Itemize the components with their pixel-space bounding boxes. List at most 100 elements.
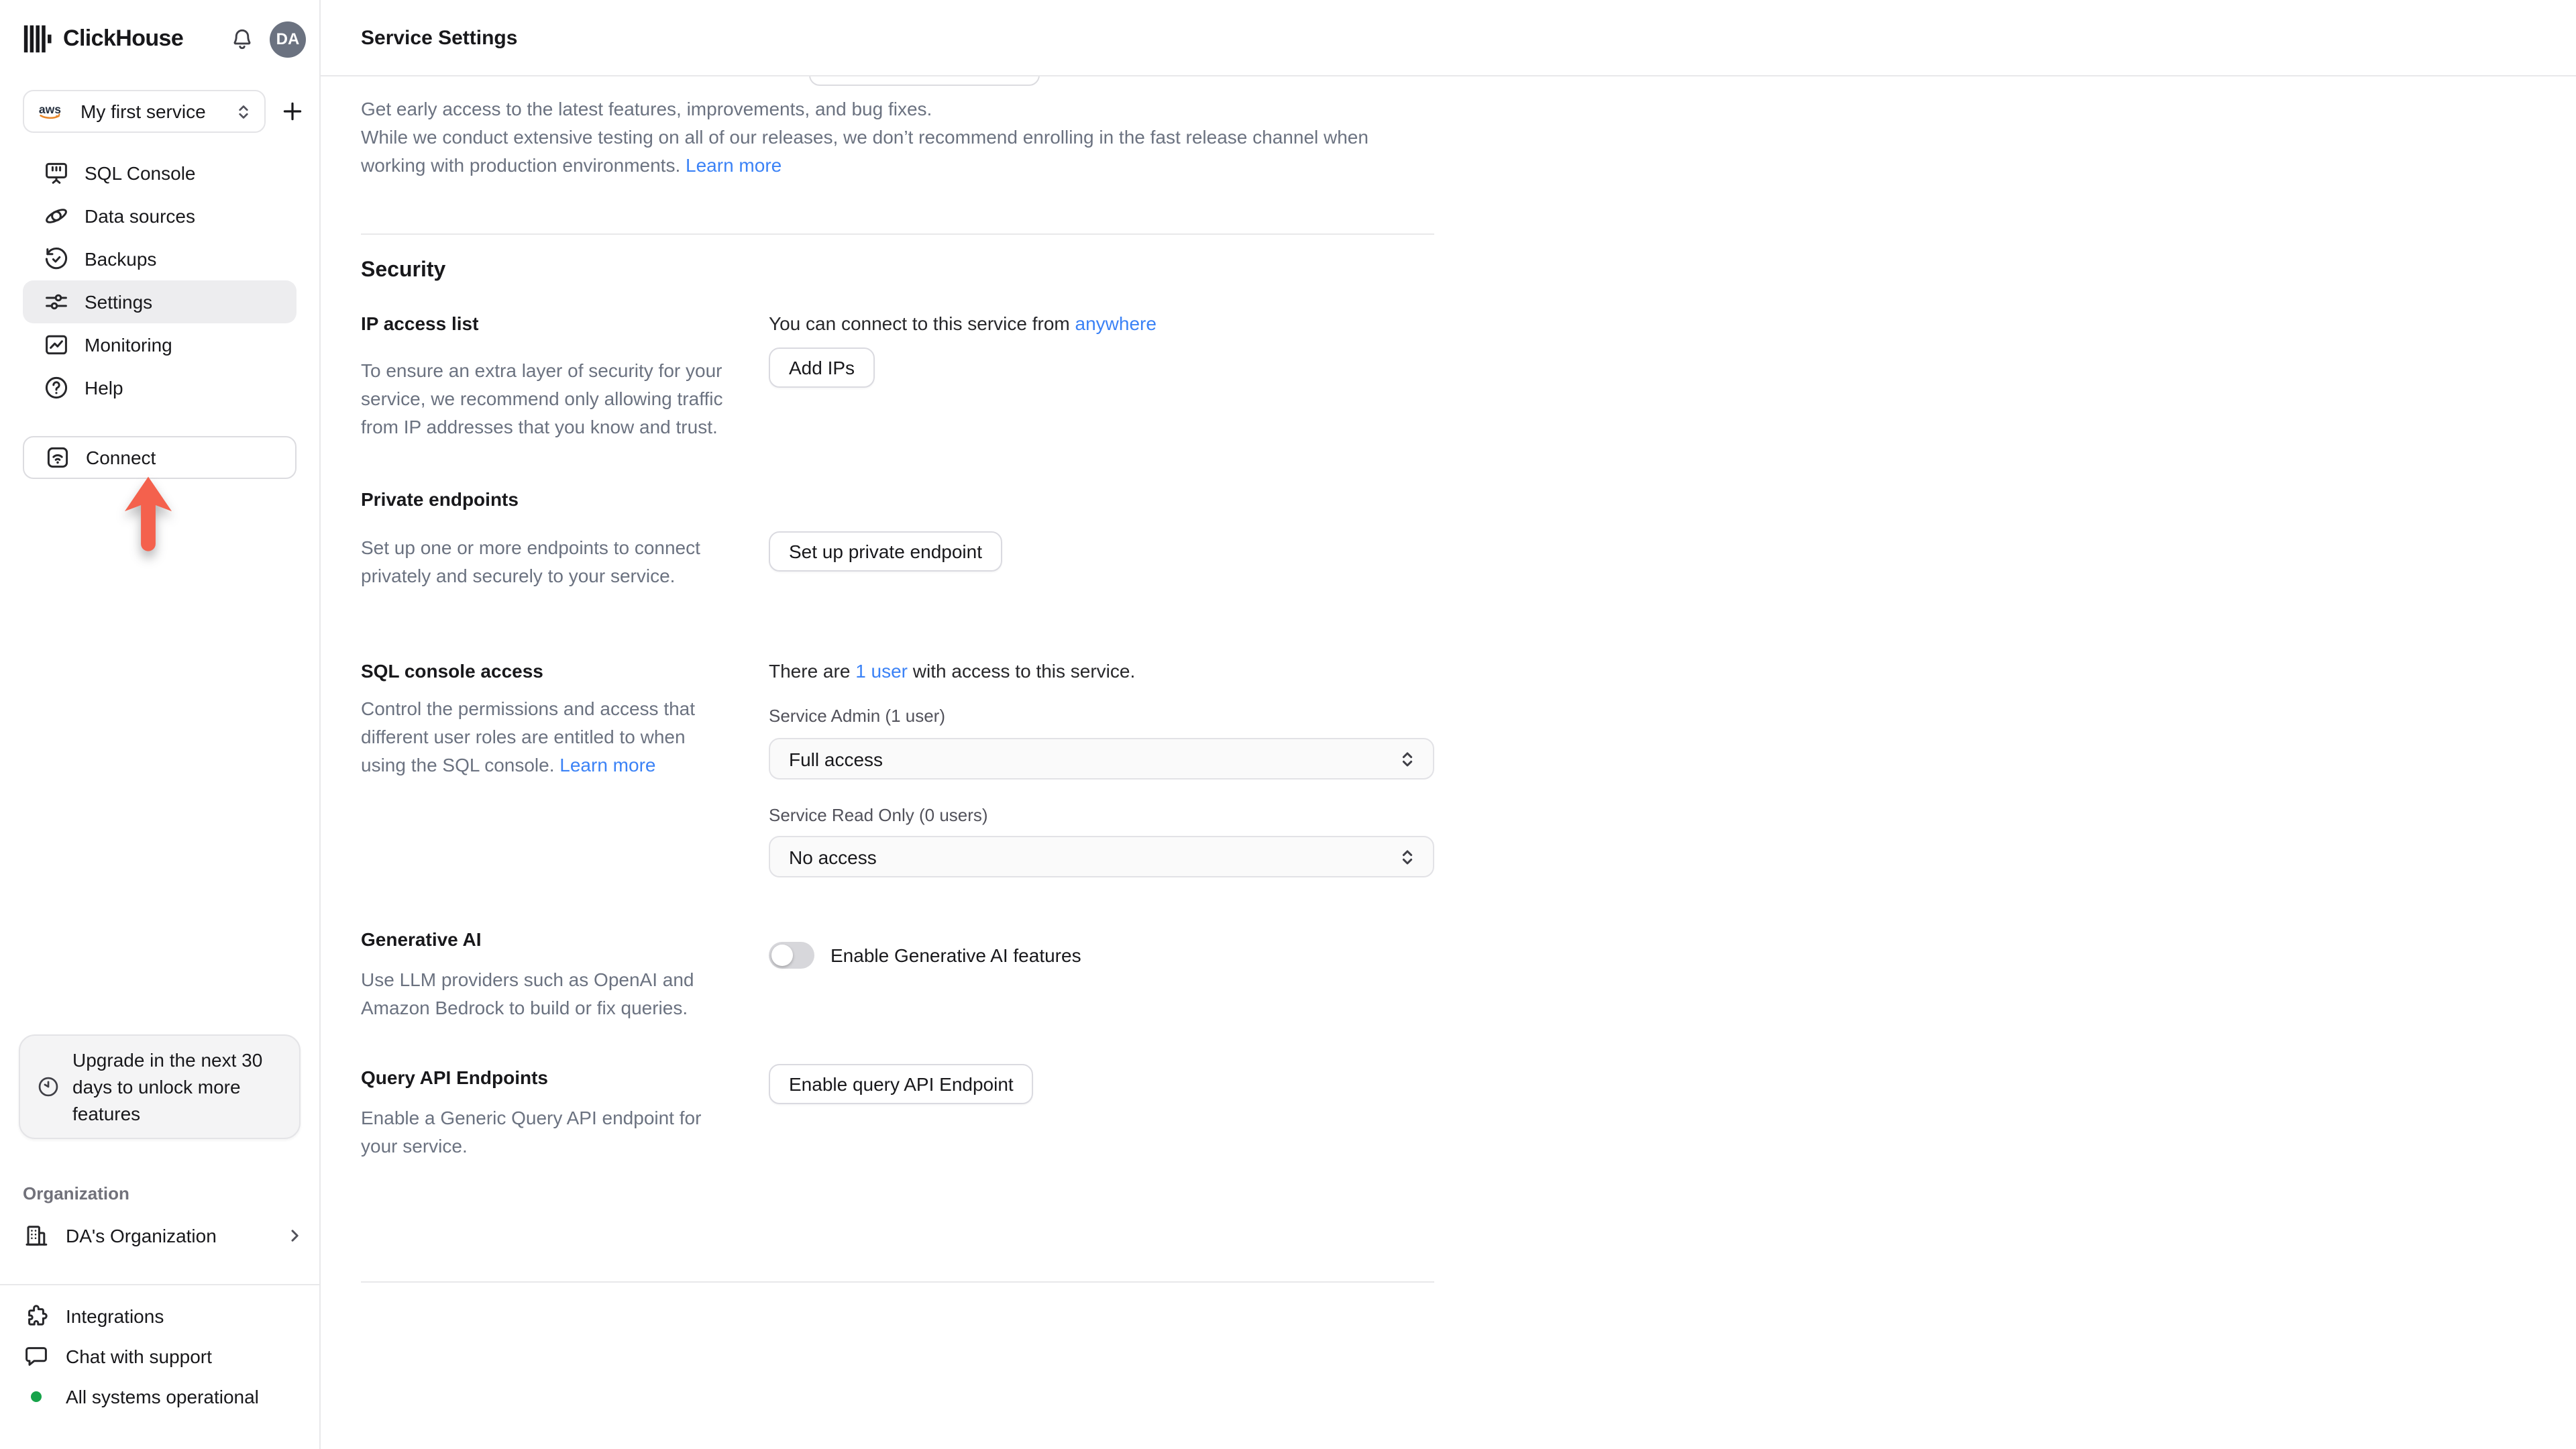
security-heading: Security [361,259,446,282]
generative-ai-title: Generative AI [361,928,482,950]
tutorial-arrow-annotation [123,475,173,557]
sql-console-icon [43,160,70,186]
footer-item-label: Integrations [66,1305,164,1327]
ip-access-section: IP access list To ensure an extra layer … [361,310,1434,441]
service-readonly-select[interactable]: No access [769,836,1434,877]
sidebar-item-label: Help [85,377,123,398]
service-admin-value: Full access [789,748,883,769]
sidebar-item-monitoring[interactable]: Monitoring [23,323,297,366]
sidebar-item-chat-support[interactable]: Chat with support [0,1336,319,1377]
settings-content: Get early access to the latest features,… [321,76,1434,1283]
page-title: Service Settings [361,26,518,49]
avatar[interactable]: DA [270,21,306,57]
svg-text:aws: aws [39,103,61,116]
service-admin-select[interactable]: Full access [769,738,1434,780]
footer-item-label: Chat with support [66,1346,212,1367]
aws-logo-icon: aws [38,101,70,122]
chat-bubble-icon [23,1343,50,1370]
brand-name: ClickHouse [63,25,184,51]
clickhouse-logo-icon [23,24,52,54]
page-header: Service Settings [321,0,2576,76]
system-status[interactable]: All systems operational [0,1377,319,1417]
generative-ai-section: Generative AI Use LLM providers such as … [361,926,1434,1022]
chevron-up-down-icon [1397,847,1418,868]
notifications-button[interactable] [229,26,255,52]
organization-name: DA's Organization [66,1225,217,1246]
puzzle-icon [23,1303,50,1330]
ip-access-description: To ensure an extra layer of security for… [361,360,723,437]
query-api-title: Query API Endpoints [361,1067,548,1088]
sidebar-bottom: Upgrade in the next 30 days to unlock mo… [0,1034,319,1449]
section-divider [361,1281,1434,1283]
release-channel-warning: While we conduct extensive testing on al… [361,126,1368,176]
status-label: All systems operational [66,1386,259,1407]
service-readonly-value: No access [789,846,877,867]
monitoring-chart-icon [43,331,70,358]
service-row: aws My first service [23,90,306,133]
generative-ai-toggle-label: Enable Generative AI features [830,945,1081,966]
connect-button[interactable]: Connect [23,436,297,479]
clock-icon [36,1075,60,1099]
sidebar-item-help[interactable]: Help [23,366,297,409]
help-icon [43,374,70,401]
organization-section-label: Organization [23,1183,129,1203]
main-panel: Service Settings Get early access to the… [321,0,2576,1449]
sidebar-item-label: Settings [85,291,153,313]
query-api-section: Query API Endpoints Enable a Generic Que… [361,1064,1434,1161]
release-channel-summary: Get early access to the latest features,… [361,98,932,119]
ip-access-status: You can connect to this service from any… [769,313,1157,334]
add-ips-button[interactable]: Add IPs [769,347,875,388]
sidebar-item-sql-console[interactable]: SQL Console [23,152,297,195]
upgrade-notice-text: Upgrade in the next 30 days to unlock mo… [72,1049,263,1124]
add-service-button[interactable] [279,98,306,125]
organization-switcher[interactable]: DA's Organization [23,1220,306,1252]
release-learn-more-link[interactable]: Learn more [686,154,782,176]
service-readonly-label: Service Read Only (0 users) [769,805,988,825]
private-endpoints-title: Private endpoints [361,488,519,510]
connect-icon [44,444,71,471]
service-selector[interactable]: aws My first service [23,90,266,133]
plus-icon [279,98,306,125]
query-api-description: Enable a Generic Query API endpoint for … [361,1107,702,1157]
app-window: ClickHouse DA aws My first service SQL C… [0,0,2576,1449]
sidebar-item-label: Data sources [85,205,195,227]
sidebar-item-label: Monitoring [85,334,172,356]
private-endpoints-section: Private endpoints Set up one or more end… [361,486,1434,590]
sidebar-item-data-sources[interactable]: Data sources [23,195,297,237]
chevron-up-down-icon [233,101,254,121]
upgrade-notice-card[interactable]: Upgrade in the next 30 days to unlock mo… [19,1034,301,1139]
sql-console-access-section: SQL console access Control the permissio… [361,657,1434,877]
sidebar-item-integrations[interactable]: Integrations [0,1296,319,1336]
logo-row: ClickHouse DA [23,20,306,58]
sidebar-footer: Integrations Chat with support All syste… [0,1285,319,1449]
status-green-dot [23,1391,50,1402]
sidebar-item-label: SQL Console [85,162,196,184]
private-endpoints-description: Set up one or more endpoints to connect … [361,537,700,586]
sidebar-item-label: Backups [85,248,157,270]
anywhere-link[interactable]: anywhere [1075,313,1157,334]
chevron-right-icon [284,1225,306,1246]
service-name: My first service [80,101,206,122]
chevron-up-down-icon [1397,749,1418,770]
enable-query-api-button[interactable]: Enable query API Endpoint [769,1064,1034,1104]
setup-private-endpoint-button[interactable]: Set up private endpoint [769,531,1002,572]
sidebar-item-settings[interactable]: Settings [23,280,297,323]
toggle-knob [771,945,793,966]
ip-access-title: IP access list [361,313,479,334]
section-divider [361,233,1434,235]
generative-ai-toggle-row: Enable Generative AI features [769,942,1434,969]
user-count-link[interactable]: 1 user [855,660,908,682]
bell-icon [229,26,255,52]
sql-console-access-description: Control the permissions and access that … [361,698,696,775]
sidebar-item-backups[interactable]: Backups [23,237,297,280]
connect-label: Connect [86,447,156,468]
sql-access-status: There are 1 user with access to this ser… [769,660,1136,682]
generative-ai-toggle[interactable] [769,942,814,969]
service-admin-label: Service Admin (1 user) [769,706,945,726]
sql-console-access-title: SQL console access [361,660,543,682]
sidebar: ClickHouse DA aws My first service SQL C… [0,0,321,1449]
sql-access-learn-more-link[interactable]: Learn more [559,754,655,775]
backups-icon [43,246,70,272]
organization-building-icon [23,1222,50,1249]
settings-sliders-icon [43,288,70,315]
